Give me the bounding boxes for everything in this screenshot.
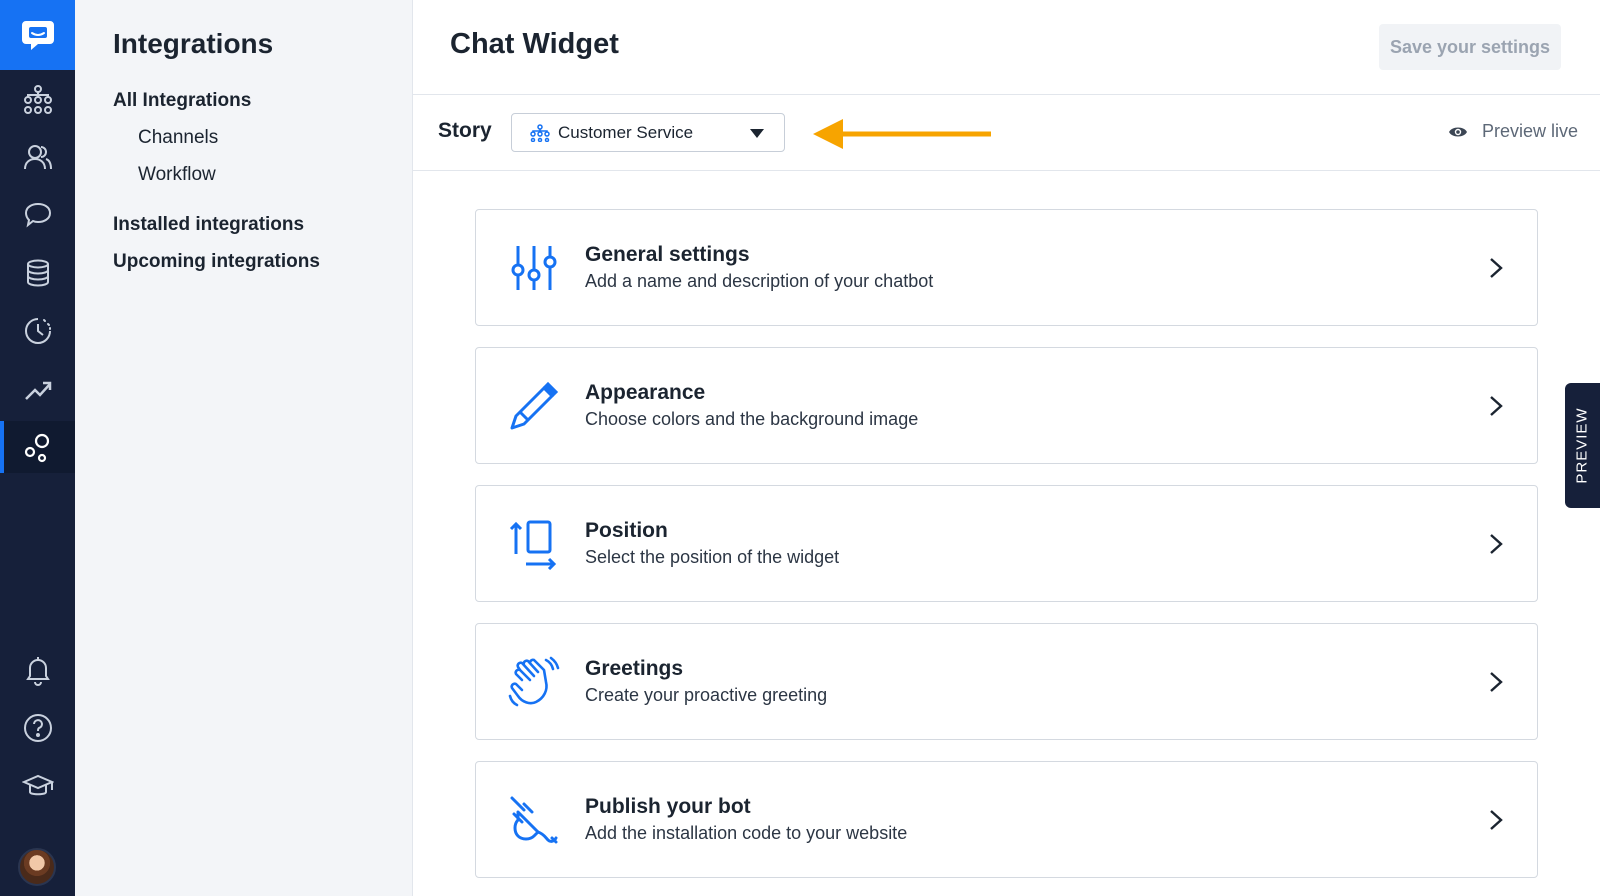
chevron-right-icon bbox=[1490, 672, 1503, 692]
rail-analytics[interactable] bbox=[0, 363, 75, 415]
save-settings-button[interactable]: Save your settings bbox=[1379, 24, 1561, 70]
preview-side-tab[interactable]: PREVIEW bbox=[1565, 383, 1600, 508]
rail-database[interactable] bbox=[0, 247, 75, 299]
caret-down-icon bbox=[750, 129, 764, 138]
user-avatar[interactable] bbox=[18, 848, 56, 886]
annotation-arrow-icon bbox=[813, 119, 991, 149]
story-label: Story bbox=[438, 119, 492, 142]
rail-integrations[interactable] bbox=[0, 421, 75, 473]
card-appearance[interactable]: Appearance Choose colors and the backgro… bbox=[475, 347, 1538, 464]
chat-logo-icon bbox=[21, 21, 54, 50]
subnav-title: Integrations bbox=[113, 28, 274, 59]
card-general-settings[interactable]: General settings Add a name and descript… bbox=[475, 209, 1538, 326]
page-title: Chat Widget bbox=[450, 28, 619, 60]
page-header: Chat Widget Save your settings bbox=[413, 0, 1600, 95]
card-description: Choose colors and the background image bbox=[585, 409, 919, 429]
flow-icon bbox=[530, 123, 550, 142]
preview-live-link[interactable]: Preview live bbox=[1448, 121, 1578, 142]
card-description: Add a name and description of your chatb… bbox=[585, 271, 934, 291]
waving-hand-icon bbox=[508, 656, 560, 707]
rail-academy[interactable] bbox=[0, 760, 75, 812]
card-description: Add the installation code to your websit… bbox=[585, 823, 908, 843]
help-icon bbox=[23, 714, 52, 742]
rail-users[interactable] bbox=[0, 131, 75, 183]
rail-help[interactable] bbox=[0, 702, 75, 754]
integrations-subnav: Integrations All Integrations Channels W… bbox=[75, 0, 413, 896]
preview-live-label: Preview live bbox=[1482, 121, 1579, 141]
card-title: Appearance bbox=[585, 381, 706, 404]
main-content: Chat Widget Save your settings Story Cus… bbox=[413, 0, 1600, 896]
card-greetings[interactable]: Greetings Create your proactive greeting bbox=[475, 623, 1538, 740]
chevron-right-icon bbox=[1490, 534, 1503, 554]
academy-icon bbox=[21, 774, 54, 796]
chevron-right-icon bbox=[1490, 258, 1503, 278]
card-position[interactable]: Position Select the position of the widg… bbox=[475, 485, 1538, 602]
subnav-upcoming[interactable]: Upcoming integrations bbox=[113, 251, 320, 273]
card-title: Greetings bbox=[585, 657, 684, 680]
card-title: General settings bbox=[585, 243, 750, 266]
subnav-channels[interactable]: Channels bbox=[138, 127, 218, 149]
rail-history[interactable] bbox=[0, 305, 75, 357]
chevron-right-icon bbox=[1490, 810, 1503, 830]
pencil-icon bbox=[510, 381, 559, 430]
bell-icon bbox=[25, 657, 50, 686]
app-logo[interactable] bbox=[0, 0, 75, 70]
card-description: Select the position of the widget bbox=[585, 547, 840, 567]
story-dropdown[interactable]: Customer Service bbox=[511, 113, 785, 152]
clock-history-icon bbox=[24, 318, 51, 344]
subnav-all-integrations[interactable]: All Integrations bbox=[113, 90, 251, 112]
card-title: Publish your bot bbox=[585, 795, 751, 818]
sliders-icon bbox=[511, 246, 557, 290]
card-publish[interactable]: Publish your bot Add the installation co… bbox=[475, 761, 1538, 878]
subnav-installed[interactable]: Installed integrations bbox=[113, 214, 304, 236]
eye-icon bbox=[1449, 127, 1467, 136]
rail-flow[interactable] bbox=[0, 73, 75, 125]
left-rail bbox=[0, 0, 75, 896]
database-icon bbox=[26, 259, 49, 287]
plug-icon bbox=[510, 796, 558, 844]
users-icon bbox=[23, 145, 52, 170]
card-title: Position bbox=[585, 519, 668, 542]
trend-icon bbox=[24, 381, 51, 400]
flow-icon bbox=[23, 85, 52, 114]
card-description: Create your proactive greeting bbox=[585, 685, 828, 705]
rail-chats[interactable] bbox=[0, 189, 75, 241]
rail-notifications[interactable] bbox=[0, 644, 75, 696]
preview-tab-label: PREVIEW bbox=[1574, 407, 1591, 484]
position-icon bbox=[509, 520, 557, 570]
chevron-right-icon bbox=[1490, 396, 1503, 416]
subnav-workflow[interactable]: Workflow bbox=[138, 164, 216, 186]
story-bar: Story Customer Service Preview live bbox=[413, 95, 1600, 171]
integrations-icon bbox=[24, 433, 49, 463]
chat-bubbles-icon bbox=[24, 202, 51, 228]
story-dropdown-value: Customer Service bbox=[558, 122, 694, 142]
